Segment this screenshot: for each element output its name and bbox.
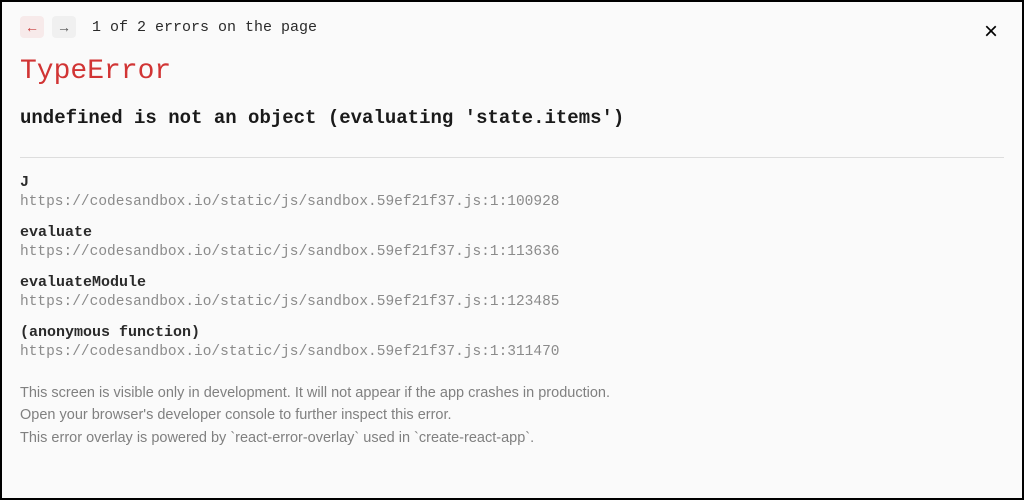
error-overlay: ← → 1 of 2 errors on the page × TypeErro… (2, 2, 1022, 498)
error-nav-bar: ← → 1 of 2 errors on the page (20, 16, 1004, 38)
stack-frame: evaluateModule https://codesandbox.io/st… (20, 274, 1004, 310)
frame-function-name: (anonymous function) (20, 324, 1004, 341)
error-message: undefined is not an object (evaluating '… (20, 107, 1004, 129)
stack-frame: (anonymous function) https://codesandbox… (20, 324, 1004, 360)
next-error-button[interactable]: → (52, 16, 76, 38)
error-type: TypeError (20, 56, 1004, 87)
error-counter: 1 of 2 errors on the page (92, 19, 317, 36)
stack-frame: evaluate https://codesandbox.io/static/j… (20, 224, 1004, 260)
frame-function-name: J (20, 174, 1004, 191)
prev-error-button[interactable]: ← (20, 16, 44, 38)
frame-location: https://codesandbox.io/static/js/sandbox… (20, 294, 1004, 310)
close-icon: × (984, 18, 998, 45)
footer-line: Open your browser's developer console to… (20, 404, 1004, 426)
stack-trace: J https://codesandbox.io/static/js/sandb… (20, 174, 1004, 360)
close-button[interactable]: × (984, 20, 998, 44)
frame-function-name: evaluate (20, 224, 1004, 241)
stack-frame: J https://codesandbox.io/static/js/sandb… (20, 174, 1004, 210)
frame-function-name: evaluateModule (20, 274, 1004, 291)
frame-location: https://codesandbox.io/static/js/sandbox… (20, 344, 1004, 360)
section-divider (20, 157, 1004, 158)
footer-line: This error overlay is powered by `react-… (20, 427, 1004, 449)
frame-location: https://codesandbox.io/static/js/sandbox… (20, 194, 1004, 210)
footer-line: This screen is visible only in developme… (20, 382, 1004, 404)
arrow-right-icon: → (57, 19, 71, 35)
overlay-footer: This screen is visible only in developme… (20, 382, 1004, 449)
frame-location: https://codesandbox.io/static/js/sandbox… (20, 244, 1004, 260)
arrow-left-icon: ← (25, 19, 39, 35)
